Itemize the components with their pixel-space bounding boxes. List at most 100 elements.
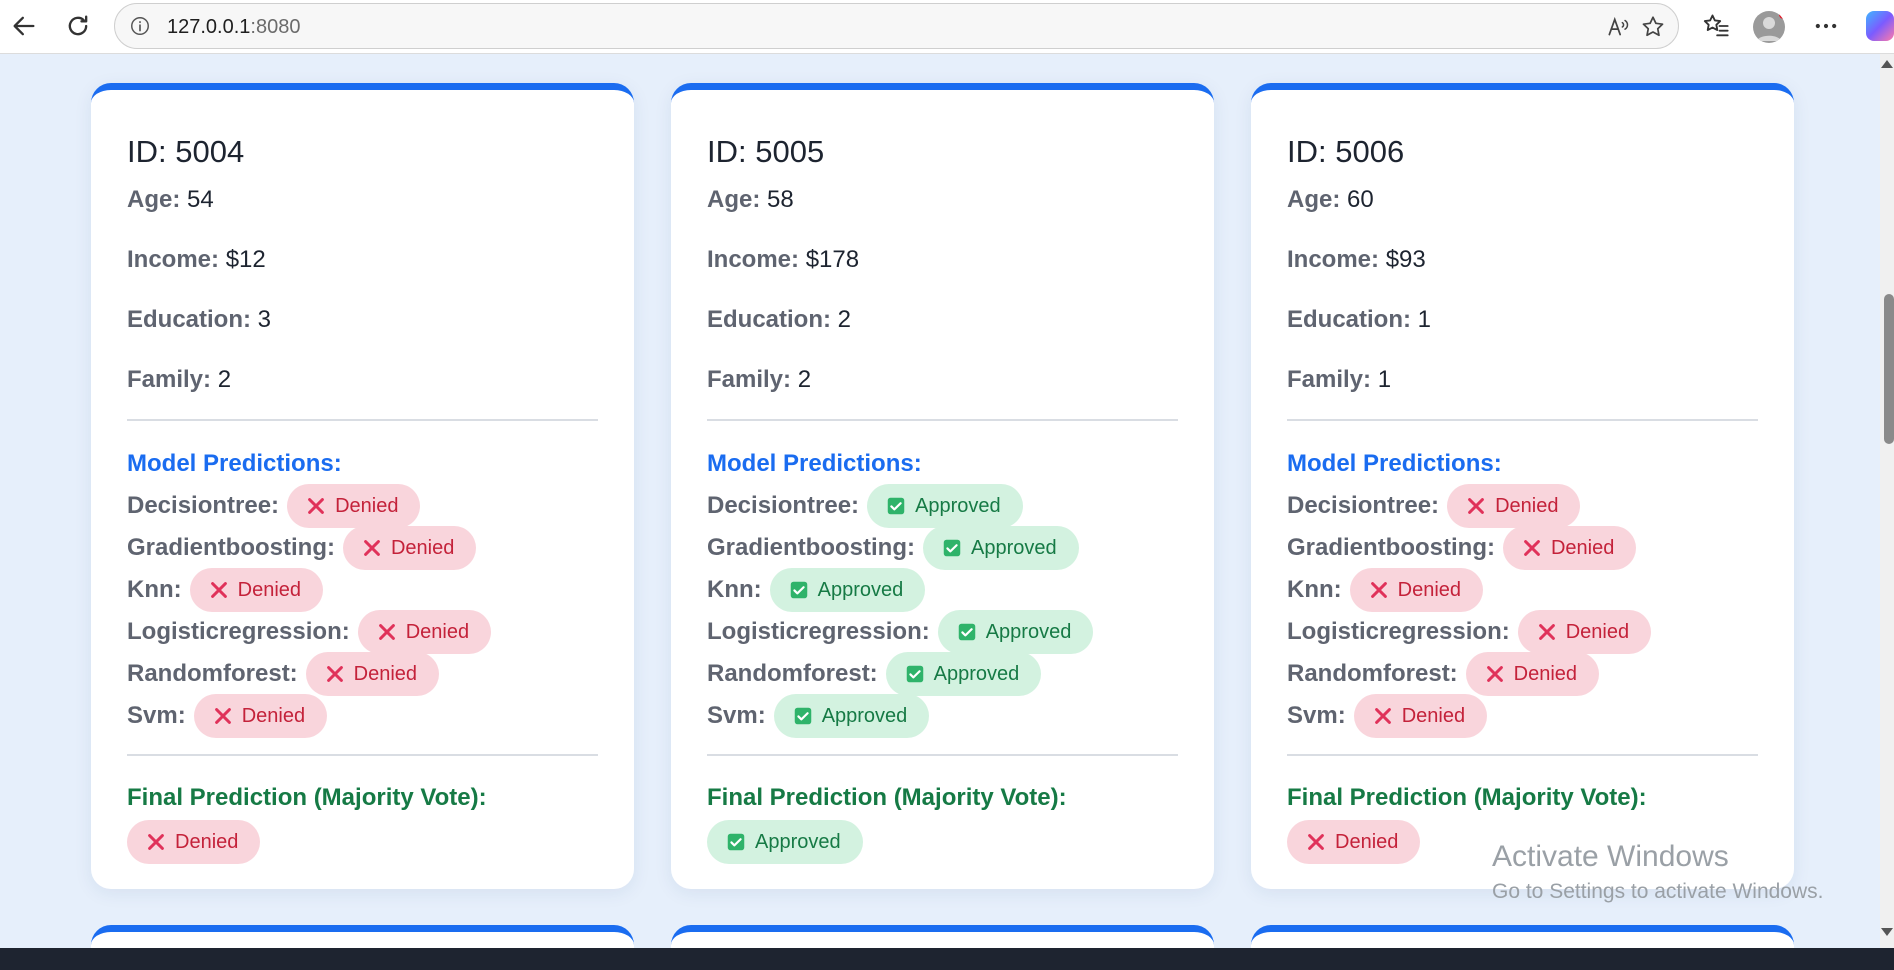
income-label: Income: [127, 246, 220, 273]
status-badge: Approved [867, 484, 1023, 528]
model-name: Gradientboosting: [707, 534, 915, 561]
family-field: Family: 2 [127, 366, 231, 394]
copilot-icon[interactable] [1866, 11, 1894, 41]
status-text: Denied [1513, 662, 1578, 685]
final-prediction-title: Final Prediction (Majority Vote): [707, 784, 1067, 811]
scroll-down-arrow-icon[interactable] [1881, 928, 1893, 936]
status-badge: Denied [127, 820, 261, 864]
check-box-icon [727, 833, 745, 851]
family-label: Family: [127, 366, 212, 393]
applicant-card-5005: ID: 5005 Age: 58 Income: $178 Education:… [671, 83, 1214, 889]
back-button[interactable] [4, 8, 44, 44]
status-text: Denied [335, 494, 399, 517]
status-badge: Approved [922, 526, 1079, 570]
status-badge: Approved [885, 652, 1042, 696]
status-badge: Approved [773, 694, 930, 738]
status-badge: Denied [1349, 568, 1484, 612]
prediction-row: Svm: Approved [707, 694, 930, 738]
model-name: Randomforest: [1287, 660, 1458, 687]
age-field: Age: 54 [127, 186, 214, 214]
divider [1287, 419, 1758, 421]
model-name: Logisticregression: [1287, 618, 1510, 645]
status-badge: Denied [305, 652, 440, 696]
x-icon [1370, 582, 1387, 598]
status-text: Denied [405, 620, 470, 643]
education-value: 1 [1417, 306, 1432, 333]
favorite-star-icon[interactable] [1640, 14, 1666, 40]
age-label: Age: [707, 186, 761, 213]
status-badge: Denied [1502, 526, 1637, 570]
status-badge: Denied [193, 694, 328, 738]
applicant-card-5004: ID: 5004 Age: 54 Income: $12 Education: … [91, 83, 634, 889]
divider [707, 419, 1178, 421]
x-icon [326, 666, 343, 682]
scrollbar-thumb[interactable] [1884, 294, 1894, 444]
model-name: Decisiontree: [127, 492, 280, 519]
status-text: Denied [353, 662, 418, 685]
prediction-row: Randomforest: Denied [1287, 652, 1600, 696]
status-badge: Denied [1287, 820, 1421, 864]
prediction-row: Gradientboosting: Denied [127, 526, 477, 570]
check-box-icon [906, 665, 923, 683]
age-field: Age: 60 [1287, 186, 1374, 214]
status-text: Approved [915, 494, 1001, 517]
address-bar[interactable]: 127.0.0.1:8080 [114, 3, 1679, 49]
family-label: Family: [707, 366, 792, 393]
status-badge: Denied [1353, 694, 1488, 738]
family-value: 1 [1377, 366, 1392, 393]
status-badge: Denied [189, 568, 324, 612]
prediction-row: Gradientboosting: Denied [1287, 526, 1637, 570]
scroll-up-arrow-icon[interactable] [1881, 60, 1893, 68]
model-name: Knn: [707, 576, 762, 603]
age-value: 54 [187, 186, 214, 213]
model-predictions-title: Model Predictions: [707, 450, 922, 477]
divider [707, 754, 1178, 756]
prediction-row: Decisiontree: Denied [1287, 484, 1581, 528]
x-icon [148, 834, 164, 850]
model-name: Svm: [707, 702, 766, 729]
status-text: Approved [817, 578, 904, 601]
model-predictions-title: Model Predictions: [127, 450, 342, 477]
education-field: Education: 1 [1287, 306, 1431, 334]
education-label: Education: [1287, 306, 1411, 333]
model-name: Gradientboosting: [1287, 534, 1495, 561]
x-icon [1524, 540, 1540, 556]
family-label: Family: [1287, 366, 1372, 393]
prediction-row: Logisticregression: Approved [707, 610, 1094, 654]
prediction-row: Knn: Denied [127, 568, 324, 612]
url-text: 127.0.0.1:8080 [167, 16, 300, 39]
vertical-scrollbar[interactable] [1880, 54, 1894, 948]
card-id: ID: 5005 [707, 134, 825, 169]
info-icon[interactable] [129, 15, 151, 37]
income-label: Income: [707, 246, 800, 273]
education-value: 3 [257, 306, 272, 333]
age-field: Age: 58 [707, 186, 794, 214]
prediction-row: Svm: Denied [127, 694, 328, 738]
check-box-icon [943, 539, 961, 557]
prediction-row: Randomforest: Denied [127, 652, 440, 696]
x-icon [210, 582, 227, 598]
status-text: Denied [1565, 620, 1630, 643]
prediction-row: Logisticregression: Denied [1287, 610, 1652, 654]
divider [127, 419, 598, 421]
status-badge: Approved [937, 610, 1094, 654]
final-prediction-title: Final Prediction (Majority Vote): [1287, 784, 1647, 811]
status-text: Denied [390, 536, 455, 559]
refresh-button[interactable] [58, 8, 98, 44]
status-text: Denied [1397, 578, 1462, 601]
final-prediction: Denied [1287, 820, 1421, 864]
model-name: Logisticregression: [707, 618, 930, 645]
model-name: Randomforest: [707, 660, 878, 687]
x-icon [1374, 708, 1391, 724]
more-menu-icon[interactable] [1812, 12, 1840, 40]
status-text: Approved [933, 662, 1020, 685]
age-value: 60 [1347, 186, 1374, 213]
status-text: Denied [1401, 704, 1466, 727]
education-field: Education: 3 [127, 306, 271, 334]
profile-avatar[interactable] [1753, 11, 1785, 43]
x-icon [378, 624, 395, 640]
income-field: Income: $12 [127, 246, 266, 274]
card-id: ID: 5006 [1287, 134, 1405, 169]
read-aloud-icon[interactable] [1605, 14, 1631, 40]
favorites-icon[interactable] [1702, 12, 1730, 40]
